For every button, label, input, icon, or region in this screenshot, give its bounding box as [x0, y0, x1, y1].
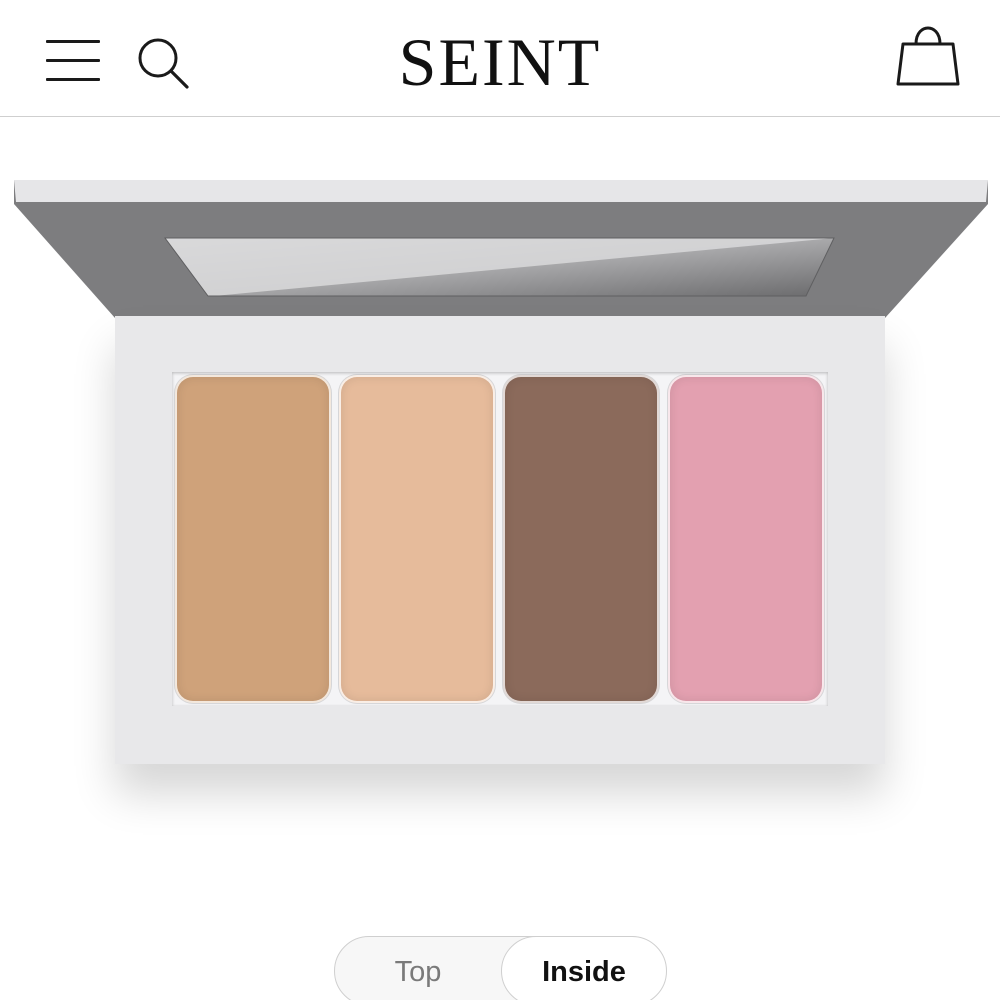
palette-lid [14, 180, 988, 318]
color-pan-2[interactable] [339, 375, 495, 703]
product-image-palette [0, 118, 1000, 918]
hamburger-menu-icon[interactable] [46, 40, 100, 82]
palette-well [172, 372, 828, 706]
palette-base [115, 316, 885, 764]
brand-logo[interactable]: SEINT [300, 22, 700, 102]
color-pan-1[interactable] [175, 375, 331, 703]
toggle-top-option[interactable]: Top [335, 937, 501, 1000]
color-pan-3[interactable] [503, 375, 659, 703]
search-icon[interactable] [136, 36, 190, 90]
view-toggle: Top Inside [334, 936, 667, 1000]
toggle-inside-option[interactable]: Inside [501, 936, 667, 1000]
color-pan-4[interactable] [668, 375, 824, 703]
page: SEINT Top Inside [0, 0, 1000, 1000]
site-header: SEINT [0, 0, 1000, 117]
shopping-bag-icon[interactable] [896, 26, 960, 88]
